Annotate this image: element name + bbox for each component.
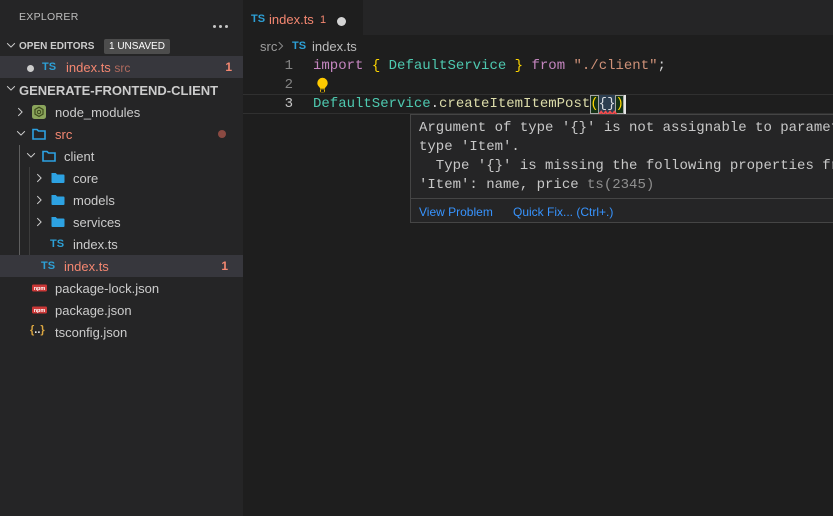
svg-text:npm: npm bbox=[34, 286, 46, 292]
svg-text:npm: npm bbox=[34, 308, 46, 314]
